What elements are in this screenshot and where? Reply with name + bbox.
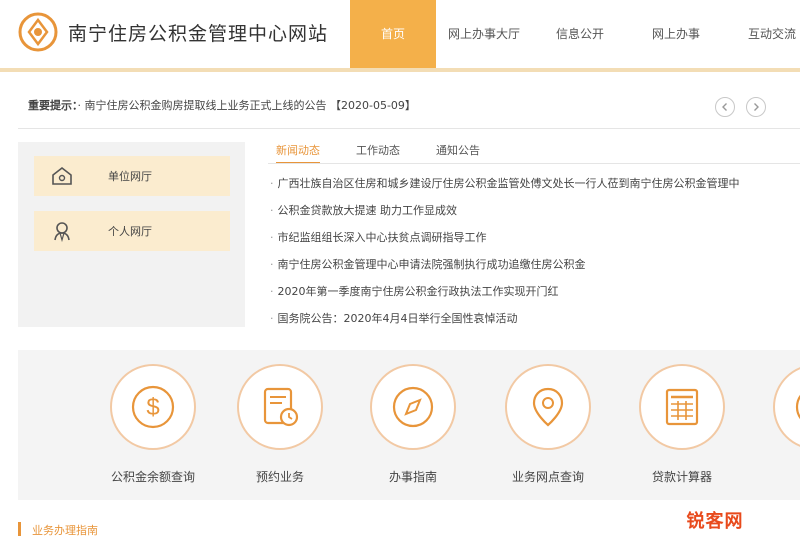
section-title: 业务办理指南 [32, 524, 98, 537]
calendar-clock-icon [263, 387, 299, 427]
site-logo-icon[interactable] [18, 12, 58, 52]
news-item[interactable]: · 广西壮族自治区住房和城乡建设厅住房公积金监管处傅文处长一行人莅到南宁住房公积金… [270, 170, 800, 197]
site-title: 南宁住房公积金管理中心网站 [68, 23, 329, 45]
news-tabs: 新闻动态 工作动态 通知公告 [270, 140, 480, 164]
service-guide[interactable]: 办事指南 [363, 364, 463, 485]
notice-bar[interactable]: 重要提示：· 南宁住房公积金购房提取线上业务正式上线的公告 【2020-05-0… [28, 97, 416, 113]
notice-prefix: 重要提示： [28, 99, 78, 112]
location-pin-icon [532, 387, 564, 427]
unit-hall-button[interactable]: 单位网厅 [34, 156, 230, 196]
notice-prev-button[interactable] [715, 97, 735, 117]
nav-online-service[interactable]: 网上办事 [628, 0, 724, 68]
notice-next-button[interactable] [746, 97, 766, 117]
notice-divider [18, 128, 800, 129]
tab-news[interactable]: 新闻动态 [276, 140, 320, 164]
dollar-icon: $ [131, 385, 175, 429]
nav-online-hall[interactable]: 网上办事大厅 [436, 0, 532, 68]
personal-hall-label: 个人网厅 [108, 225, 152, 238]
service-label: 贷款计算器 [651, 470, 712, 484]
site-header: 南宁住房公积金管理中心网站 首页 网上办事大厅 信息公开 网上办事 互动交流 [0, 0, 800, 68]
watermark: 锐客网 [678, 505, 752, 535]
nav-interaction[interactable]: 互动交流 [724, 0, 800, 68]
unit-hall-label: 单位网厅 [108, 170, 152, 183]
personal-hall-button[interactable]: 个人网厅 [34, 211, 230, 251]
news-item[interactable]: · 南宁住房公积金管理中心申请法院强制执行成功追缴住房公积金 [270, 251, 800, 278]
person-icon [54, 222, 70, 243]
section-marker [18, 522, 21, 536]
chevron-left-icon [722, 103, 727, 111]
service-label: 办事指南 [388, 470, 437, 484]
service-label: 业务网点查询 [511, 470, 584, 484]
news-item[interactable]: · 2020年第一季度南宁住房公积金行政执法工作实现开门红 [270, 278, 800, 305]
news-item[interactable]: · 市纪监组组长深入中心扶贫点调研指导工作 [270, 224, 800, 251]
service-loan-calculator[interactable]: 贷款计算器 [632, 364, 732, 485]
news-item[interactable]: · 公积金贷款放大提速 助力工作显成效 [270, 197, 800, 224]
news-item[interactable]: · 国务院公告：2020年4月4日举行全国性哀悼活动 [270, 305, 800, 332]
service-shortcuts: $ 公积金余额查询 预约业务 办事指南 业务网点查询 贷款计算器 [18, 350, 800, 500]
svg-text:$: $ [146, 394, 159, 421]
service-label: 公积金余额查询 [110, 470, 195, 484]
service-label: 预约业务 [255, 470, 304, 484]
tab-notices[interactable]: 通知公告 [436, 140, 480, 164]
compass-icon [392, 386, 434, 428]
service-label: 贷款 [766, 468, 800, 485]
tab-work-updates[interactable]: 工作动态 [356, 140, 400, 164]
house-icon [52, 166, 72, 185]
service-balance-query[interactable]: $ 公积金余额查询 [103, 364, 203, 485]
chevron-right-icon [754, 103, 759, 111]
hall-panel: 单位网厅 个人网厅 [18, 142, 245, 327]
tabs-divider [268, 163, 800, 164]
notice-text[interactable]: · 南宁住房公积金购房提取线上业务正式上线的公告 【2020-05-09】 [78, 99, 416, 112]
service-outlet-query[interactable]: 业务网点查询 [498, 364, 598, 485]
nav-info-disclosure[interactable]: 信息公开 [532, 0, 628, 68]
header-divider [0, 68, 800, 72]
nav-home[interactable]: 首页 [350, 0, 436, 68]
main-nav: 首页 网上办事大厅 信息公开 网上办事 互动交流 [350, 0, 800, 68]
news-list: · 广西壮族自治区住房和城乡建设厅住房公积金监管处傅文处长一行人莅到南宁住房公积金… [270, 170, 800, 332]
service-appointment[interactable]: 预约业务 [230, 364, 330, 485]
service-loan[interactable]: 贷款 [766, 364, 800, 485]
calculator-icon [665, 388, 699, 426]
loan-icon [795, 394, 800, 420]
